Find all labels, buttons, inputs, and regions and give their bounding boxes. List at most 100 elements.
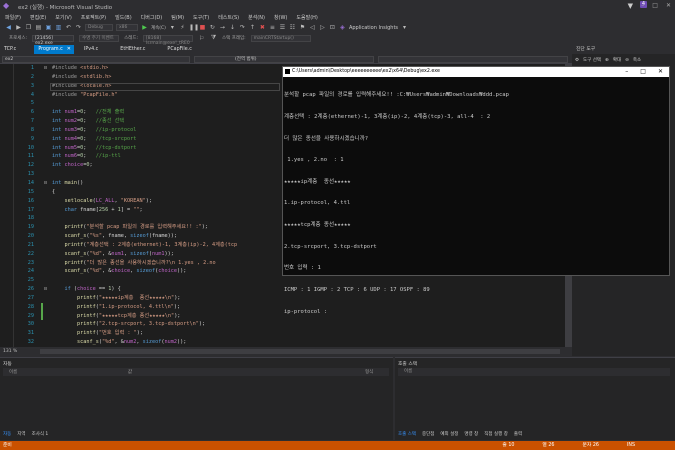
menu-debug[interactable]: 디버그(D) <box>141 14 163 21</box>
close-tab-icon[interactable]: ✕ <box>66 45 74 54</box>
menu-edit[interactable]: 편집(E) <box>30 14 46 21</box>
menu-bar: 파일(F) 편집(E) 보기(V) 프로젝트(P) 빌드(B) 디버그(D) 팀… <box>0 12 675 22</box>
maximize-button[interactable]: □ <box>652 2 658 9</box>
editor-horizontal-scrollbar[interactable] <box>40 349 560 354</box>
configuration-select[interactable]: Debug <box>85 24 113 31</box>
save-all-icon[interactable]: ▥ <box>55 24 62 31</box>
zoom-in-button[interactable]: 확대 <box>613 57 621 63</box>
flag-icon[interactable]: ⚐ <box>198 35 205 42</box>
platform-select[interactable]: x86 <box>116 24 138 31</box>
dropdown-icon[interactable]: ▾ <box>401 24 408 31</box>
console-close-button[interactable]: ✕ <box>658 67 663 77</box>
tab-pcapfile-c[interactable]: PCapFile.c <box>163 45 195 54</box>
tab-program-c[interactable]: Program.c <box>34 45 67 54</box>
uncomment-icon[interactable]: ☷ <box>289 24 296 31</box>
attach-icon[interactable]: ▾ <box>169 24 176 31</box>
menu-help[interactable]: 도움말(H) <box>296 14 317 21</box>
break-all-icon[interactable]: ❚❚ <box>189 24 199 31</box>
bookmark-icon[interactable]: ⚑ <box>299 24 306 31</box>
thread-select[interactable]: [8168] lsrmain@exe!_tRE0 <box>143 34 194 46</box>
column-name[interactable]: 이름 <box>9 369 17 375</box>
undo-icon[interactable]: ↶ <box>65 24 72 31</box>
prev-bookmark-icon[interactable]: ◁ <box>309 24 316 31</box>
stop-icon[interactable]: ■ <box>199 24 206 31</box>
console-line: 1.ip-protocol, 4.ttl <box>284 200 351 207</box>
filter-icon[interactable]: ▼ <box>628 2 633 10</box>
code-line: 32 scanf_s("%d", &num2, sizeof(num2)); <box>27 339 187 346</box>
tab-breakpoints[interactable]: 중단점 <box>422 431 434 437</box>
console-line: 번호 입력 : 1 <box>284 265 321 272</box>
show-next-statement-icon[interactable]: → <box>219 24 226 31</box>
redo-icon[interactable]: ↷ <box>75 24 82 31</box>
tab-call-stack[interactable]: 호출 스택 <box>398 431 416 437</box>
diagnostics-tools-title[interactable]: 진단 도구 <box>573 45 675 54</box>
clear-bookmarks-icon[interactable]: ⊡ <box>329 24 336 31</box>
lifecycle-events-button[interactable]: 수명 주기 이벤트 <box>79 34 120 42</box>
column-value[interactable]: 값 <box>128 369 132 375</box>
column-name[interactable]: 이름 <box>404 369 412 374</box>
continue-button[interactable]: 계속(C) <box>151 25 166 31</box>
status-char: 문자 26 <box>582 443 599 448</box>
debug-location-bar: 프로세스: [21456] ex2.exe 수명 주기 이벤트 스레드: [81… <box>0 33 675 46</box>
menu-build[interactable]: 빌드(B) <box>115 14 132 21</box>
forward-icon[interactable]: ▶ <box>15 24 22 31</box>
step-into-icon[interactable]: ↓ <box>229 24 236 31</box>
breakpoint-icon[interactable]: ✖ <box>259 24 266 31</box>
hex-icon[interactable]: ≡ <box>269 24 276 31</box>
restart-icon[interactable]: ↻ <box>209 24 216 31</box>
console-minimize-button[interactable]: – <box>625 67 628 77</box>
gear-icon[interactable]: ⚙ <box>575 58 579 63</box>
menu-view[interactable]: 보기(V) <box>55 14 72 21</box>
global-scope-select[interactable]: (전역 범위) <box>194 56 374 63</box>
app-insights-icon: ◈ <box>340 24 345 31</box>
open-icon[interactable]: ▤ <box>35 24 42 31</box>
autos-column-header: 이름 값 형식 <box>3 368 389 376</box>
menu-window[interactable]: 창(W) <box>274 14 287 21</box>
menu-file[interactable]: 파일(F) <box>5 14 21 21</box>
tab-output[interactable]: 출력 <box>514 431 522 437</box>
breakpoint-margin[interactable] <box>0 64 14 347</box>
tab-autos[interactable]: 자동 <box>3 431 11 437</box>
console-line: 더 많은 종선을 사용하시겠습니까? <box>284 135 369 142</box>
console-window[interactable]: C:\Users\admin\Desktop\eeeeeeeeee\ex2\x6… <box>282 66 670 315</box>
step-out-icon[interactable]: ↑ <box>249 24 256 31</box>
stack-frame-select[interactable]: mainCRTStartup() <box>250 34 311 42</box>
tab-ipv4-c[interactable]: IPv4.c <box>80 45 102 54</box>
member-select[interactable] <box>378 56 568 63</box>
tab-locals[interactable]: 지역 <box>17 431 25 437</box>
tab-immediate-window[interactable]: 직접 실행 창 <box>484 431 508 437</box>
menu-test[interactable]: 테스트(S) <box>218 14 239 21</box>
minimize-button[interactable]: – <box>641 2 644 9</box>
tab-watch-1[interactable]: 조사식 1 <box>32 431 49 437</box>
menu-tools[interactable]: 도구(T) <box>193 14 209 21</box>
menu-analyze[interactable]: 분석(N) <box>248 14 265 21</box>
step-over-icon[interactable]: ↷ <box>239 24 246 31</box>
filter-thread-icon[interactable]: ⧩ <box>210 34 217 42</box>
menu-project[interactable]: 프로젝트(P) <box>81 14 106 21</box>
project-scope-select[interactable]: ex2 <box>2 56 190 63</box>
close-button[interactable]: ✕ <box>666 2 671 9</box>
tab-etherether-c[interactable]: EtHEther.c <box>116 45 149 54</box>
tab-tcp-c[interactable]: TCP.c <box>0 45 20 54</box>
comment-icon[interactable]: ☰ <box>279 24 286 31</box>
save-icon[interactable]: ▣ <box>45 24 52 31</box>
zoom-out-button[interactable]: 축소 <box>633 57 641 63</box>
select-tools-button[interactable]: 도구 선택 <box>583 57 601 63</box>
process-select[interactable]: [21456] ex2.exe <box>32 34 75 46</box>
zoom-out-icon[interactable]: ⊖ <box>625 58 629 63</box>
console-maximize-button[interactable]: □ <box>640 67 646 77</box>
zoom-in-icon[interactable]: ⊕ <box>605 58 609 63</box>
tab-command-window[interactable]: 명령 창 <box>464 431 478 437</box>
column-type[interactable]: 형식 <box>365 369 373 375</box>
tab-exception-settings[interactable]: 예외 설정 <box>440 431 458 437</box>
back-icon[interactable]: ◀ <box>5 24 12 31</box>
continue-icon[interactable]: ▶ <box>141 24 148 31</box>
new-project-icon[interactable]: ❐ <box>25 24 32 31</box>
app-insights-button[interactable]: Application Insights <box>349 25 398 31</box>
console-line: 1.yes , 2.no : 1 <box>284 157 344 164</box>
zoom-level[interactable]: 131 % <box>3 349 17 354</box>
console-title-bar[interactable]: C:\Users\admin\Desktop\eeeeeeeeee\ex2\x6… <box>283 67 669 77</box>
next-bookmark-icon[interactable]: ▷ <box>319 24 326 31</box>
hot-reload-icon[interactable]: ⚡ <box>179 24 186 31</box>
menu-team[interactable]: 팀(M) <box>171 14 184 21</box>
